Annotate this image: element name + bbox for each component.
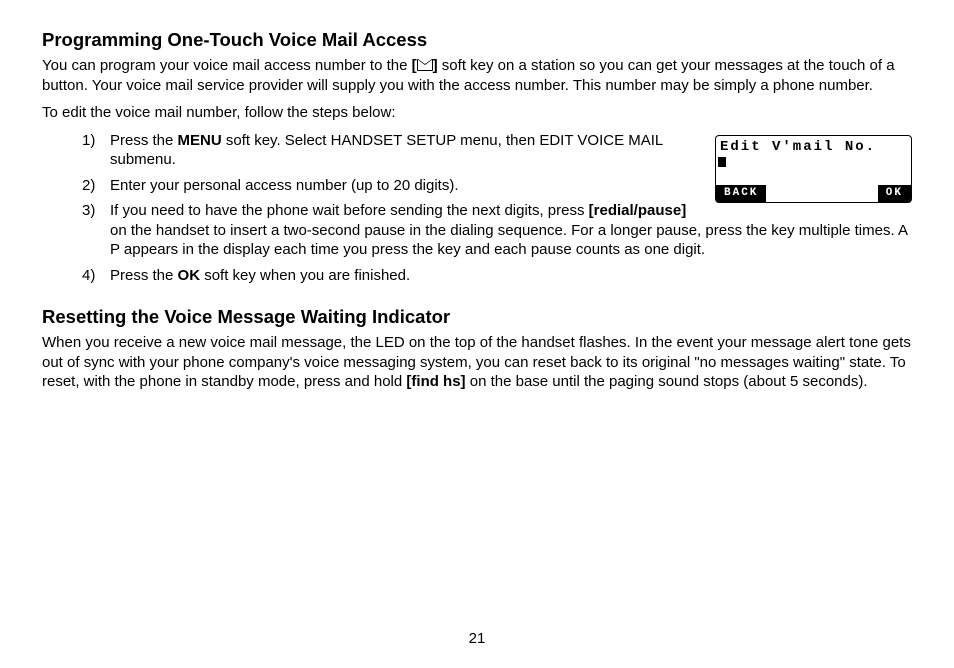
intro-paragraph: You can program your voice mail access n…	[42, 56, 912, 95]
step-3: If you need to have the phone wait befor…	[82, 201, 912, 260]
step4-post: soft key when you are finished.	[200, 267, 410, 284]
document-page: Programming One-Touch Voice Mail Access …	[0, 0, 954, 668]
step-2: Enter your personal access number (up to…	[82, 176, 912, 196]
step4-pre: Press the	[110, 267, 178, 284]
step1-bold: MENU	[178, 132, 222, 149]
reset-post: on the base until the paging sound stops…	[466, 373, 868, 390]
reset-bold: [find hs]	[406, 373, 465, 390]
page-number: 21	[0, 629, 954, 649]
step3-post: on the handset to insert a two-second pa…	[110, 222, 907, 259]
step3-bold: [redial/pause]	[589, 202, 687, 219]
heading-reset-indicator: Resetting the Voice Message Waiting Indi…	[42, 305, 912, 329]
step4-bold: OK	[178, 267, 201, 284]
reset-paragraph: When you receive a new voice mail messag…	[42, 333, 912, 392]
steps-intro: To edit the voice mail number, follow th…	[42, 103, 912, 123]
voicemail-icon	[417, 59, 433, 71]
intro-text-before-icon: You can program your voice mail access n…	[42, 57, 412, 74]
step-1: Press the MENU soft key. Select HANDSET …	[82, 131, 912, 170]
step3-pre: If you need to have the phone wait befor…	[110, 202, 589, 219]
heading-program-vmail: Programming One-Touch Voice Mail Access	[42, 28, 912, 52]
step-4: Press the OK soft key when you are finis…	[82, 266, 912, 286]
step1-pre: Press the	[110, 132, 178, 149]
steps-list: Press the MENU soft key. Select HANDSET …	[82, 131, 912, 292]
